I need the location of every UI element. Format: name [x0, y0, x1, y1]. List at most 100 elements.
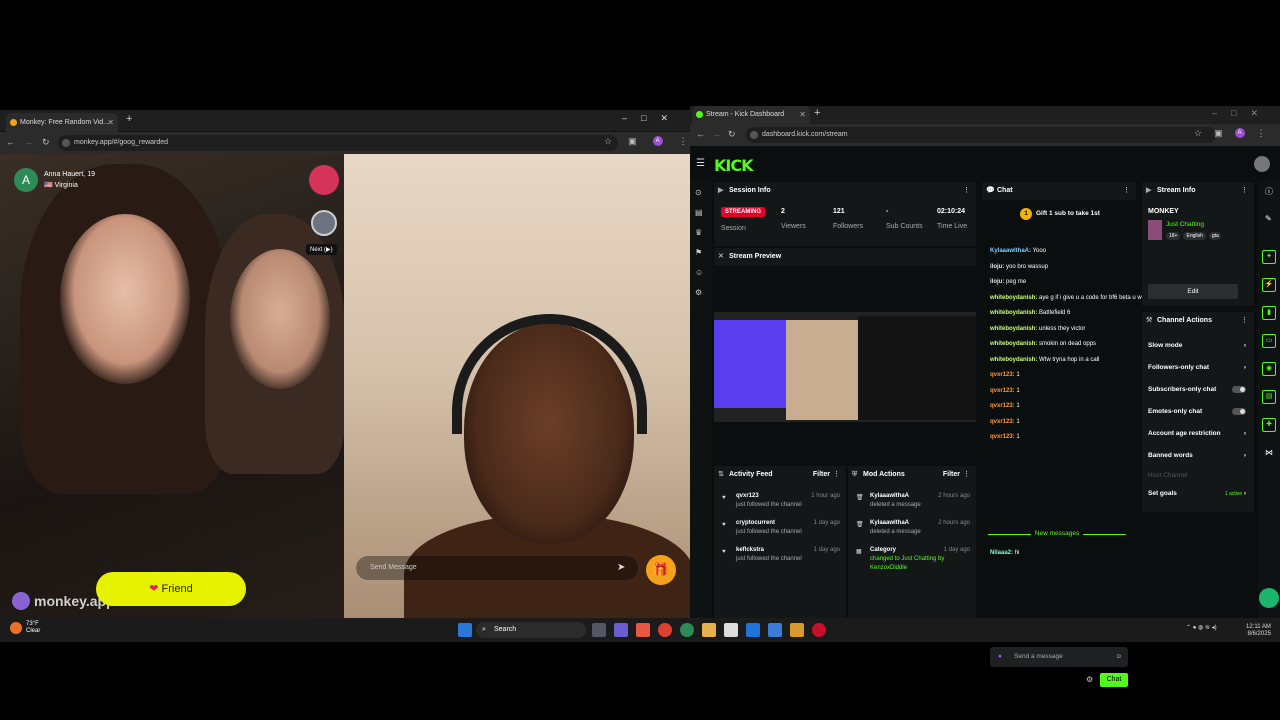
panel-menu-icon[interactable]: ⋮ — [963, 182, 970, 200]
new-tab-icon[interactable]: + — [814, 107, 820, 119]
chrome-icon[interactable] — [658, 623, 672, 637]
close-tab-icon[interactable]: ✕ — [107, 113, 114, 132]
clock[interactable]: 12:11 AM 8/6/2025 — [1246, 624, 1271, 638]
rail-tool-icon[interactable]: ▭ — [1262, 334, 1276, 348]
task-view-icon[interactable] — [592, 623, 606, 637]
panel-menu-icon[interactable]: ⋮ — [1123, 182, 1130, 200]
chat-send-button[interactable]: Chat — [1100, 673, 1128, 687]
reload-icon[interactable]: ↻ — [42, 137, 50, 148]
app-icon[interactable] — [812, 623, 826, 637]
send-arrow-icon[interactable]: ➤ — [617, 562, 625, 573]
slow-mode-row[interactable]: Slow mode › — [1148, 342, 1246, 349]
info-icon[interactable]: ⓘ — [1265, 186, 1273, 197]
close-tab-icon[interactable]: ✕ — [799, 106, 806, 124]
session-label: Session — [721, 225, 746, 232]
subscribers-only-toggle[interactable] — [1232, 386, 1246, 393]
settings-nav-icon[interactable]: ⚙ — [695, 288, 705, 298]
panel-menu-icon[interactable]: ⋮ — [963, 466, 970, 484]
account-age-row[interactable]: Account age restriction › — [1148, 430, 1246, 437]
browser-menu-icon[interactable]: ⋮ — [679, 136, 688, 147]
activity-filter-button[interactable]: Filter — [813, 466, 830, 484]
forward-icon[interactable]: → — [712, 129, 721, 139]
send-message-input[interactable]: Send Message — [356, 556, 638, 580]
rail-tool-icon[interactable]: ✦ — [1262, 250, 1276, 264]
site-info-icon[interactable] — [62, 139, 70, 147]
emotes-only-row[interactable]: Emotes-only chat — [1148, 408, 1246, 415]
help-chat-icon[interactable] — [1259, 588, 1279, 608]
emotes-only-toggle[interactable] — [1232, 408, 1246, 415]
chat-settings-icon[interactable]: ⚙ — [1086, 675, 1093, 684]
back-icon[interactable]: ← — [6, 137, 15, 147]
right-url-field[interactable]: dashboard.kick.com/stream — [746, 127, 1216, 143]
emoji-icon[interactable]: ☺ — [1115, 647, 1122, 667]
tray-icons[interactable]: ⌃ ● ◍ ≋ ◂) — [1186, 624, 1217, 631]
extensions-icon[interactable]: ▣ — [1214, 128, 1223, 139]
file-explorer-icon[interactable] — [702, 623, 716, 637]
share-icon[interactable]: ⋈ — [1265, 448, 1273, 457]
moderation-nav-icon[interactable]: ⚑ — [695, 248, 705, 258]
extensions-icon[interactable]: ▣ — [628, 136, 637, 147]
teams-icon[interactable] — [614, 623, 628, 637]
user-avatar-icon[interactable] — [1254, 156, 1270, 172]
edit-stream-button[interactable]: Edit — [1148, 284, 1238, 299]
app-icon[interactable] — [768, 623, 782, 637]
window-controls[interactable]: –□✕ — [1212, 108, 1272, 119]
category-name[interactable]: Just Chatting — [1166, 221, 1204, 228]
trophy-nav-icon[interactable]: ♛ — [695, 228, 705, 238]
panel-menu-icon[interactable]: ⋮ — [1241, 182, 1248, 200]
left-tab-monkey[interactable]: Monkey: Free Random Vid... ✕ — [6, 113, 118, 132]
rail-tool-icon[interactable]: ◉ — [1262, 362, 1276, 376]
pinned-gift-banner[interactable]: 1 Gift 1 sub to take 1st — [1020, 208, 1100, 220]
store-icon[interactable] — [724, 623, 738, 637]
weather-widget[interactable]: 73°F Clear — [26, 621, 40, 635]
start-icon[interactable] — [458, 623, 472, 637]
subscribers-only-row[interactable]: Subscribers-only chat — [1148, 386, 1246, 393]
stream-nav-icon[interactable]: ⊙ — [695, 188, 705, 198]
next-button-icon[interactable] — [311, 210, 337, 236]
chrome-profile-icon[interactable] — [680, 623, 694, 637]
site-info-icon[interactable] — [750, 131, 758, 139]
mic-icon[interactable]: ● — [998, 647, 1002, 667]
edit-icon[interactable]: ✎ — [1265, 214, 1272, 223]
app-icon[interactable] — [636, 623, 650, 637]
follow-heart-icon: ♥ — [722, 522, 726, 528]
bookmark-star-icon[interactable]: ☆ — [604, 136, 612, 147]
report-police-icon[interactable] — [309, 165, 339, 195]
rail-tool-icon[interactable]: ▤ — [1262, 390, 1276, 404]
right-tab-kick[interactable]: Stream - Kick Dashboard ✕ — [692, 106, 810, 124]
rail-tool-icon[interactable]: ⚡ — [1262, 278, 1276, 292]
followers-only-row[interactable]: Followers-only chat › — [1148, 364, 1246, 371]
rail-tool-icon[interactable]: ▮ — [1262, 306, 1276, 320]
hamburger-menu-icon[interactable]: ☰ — [696, 158, 705, 169]
left-url-field[interactable]: monkey.app/#/goog_rewarded — [58, 135, 618, 151]
weather-icon[interactable] — [10, 622, 22, 634]
followers-label: Followers — [833, 223, 863, 230]
panel-menu-icon[interactable]: ⋮ — [833, 466, 840, 484]
forward-icon[interactable]: → — [24, 137, 33, 147]
panel-menu-icon[interactable]: ⋮ — [1241, 312, 1248, 330]
window-controls[interactable]: –□✕ — [622, 113, 682, 124]
content-nav-icon[interactable]: ▤ — [695, 208, 705, 218]
friend-button[interactable]: ❤ Friend — [96, 572, 246, 606]
outlook-icon[interactable] — [746, 623, 760, 637]
chat-message: qvxr123: 1 — [990, 387, 1020, 394]
app-icon[interactable] — [790, 623, 804, 637]
chat-input[interactable]: Send a message ● ☺ — [990, 647, 1128, 667]
community-nav-icon[interactable]: ☺ — [695, 268, 705, 278]
profile-avatar-icon[interactable]: A — [652, 136, 663, 146]
set-goals-row[interactable]: Set goals 1 active › — [1148, 490, 1246, 497]
banned-words-row[interactable]: Banned words › — [1148, 452, 1246, 459]
gift-icon[interactable]: 🎁 — [646, 555, 676, 585]
back-icon[interactable]: ← — [696, 129, 705, 139]
reload-icon[interactable]: ↻ — [728, 129, 736, 140]
profile-avatar-icon[interactable]: A — [1234, 128, 1245, 138]
stream-info-icon: ▶ — [1146, 187, 1152, 194]
rail-tool-icon[interactable]: ✚ — [1262, 418, 1276, 432]
taskbar-search[interactable]: ⌕ Search — [476, 622, 586, 638]
bookmark-star-icon[interactable]: ☆ — [1194, 128, 1202, 139]
new-tab-icon[interactable]: + — [126, 113, 132, 125]
mod-filter-button[interactable]: Filter — [943, 466, 960, 484]
browser-menu-icon[interactable]: ⋮ — [1257, 128, 1266, 139]
kick-logo[interactable]: KICK — [714, 156, 753, 175]
preview-video — [714, 312, 976, 422]
